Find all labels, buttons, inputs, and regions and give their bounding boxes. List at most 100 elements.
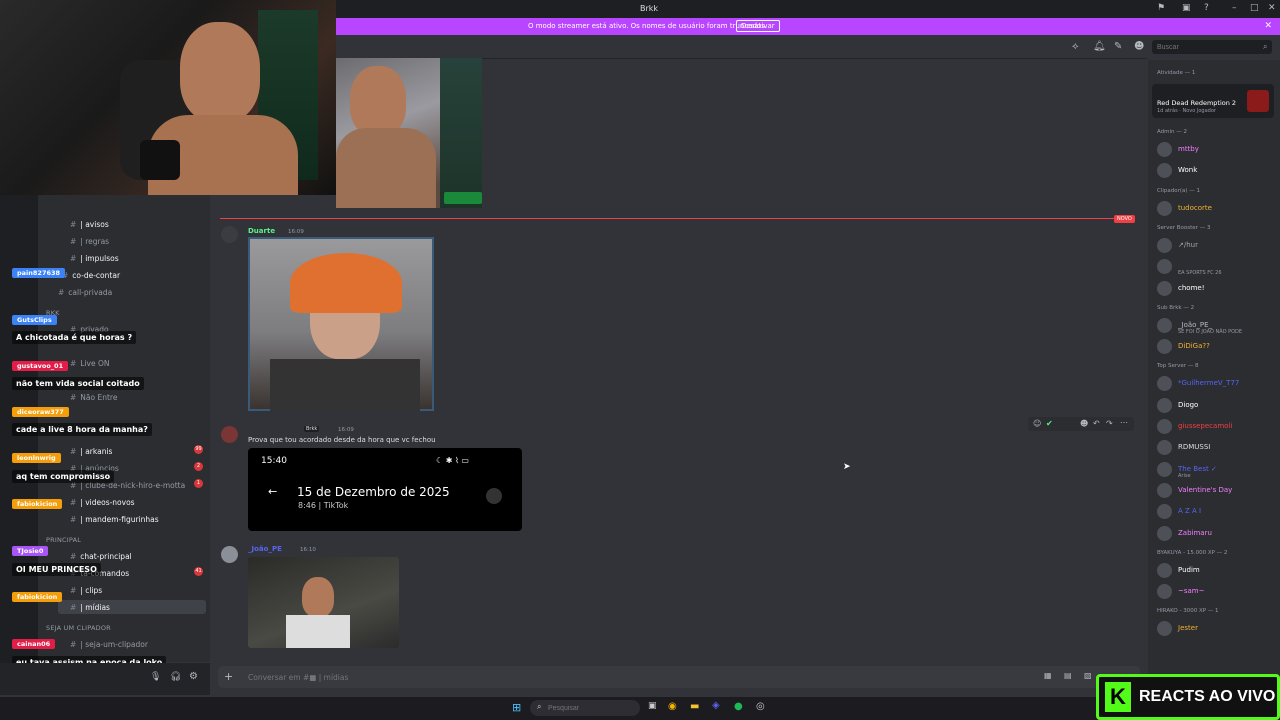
member-avatar[interactable] xyxy=(1157,525,1172,541)
checkmark-icon[interactable]: ✔ xyxy=(1046,419,1053,428)
reaction-icon[interactable]: ☺ xyxy=(1033,419,1041,428)
reply-icon[interactable]: ↶ xyxy=(1093,419,1100,428)
member-avatar[interactable] xyxy=(1157,317,1172,333)
member-avatar[interactable] xyxy=(1157,397,1172,413)
close-window-icon[interactable]: ✕ xyxy=(1268,3,1276,13)
member-name[interactable]: ↗/hur xyxy=(1178,241,1198,249)
member-name[interactable]: RDMUSSI xyxy=(1178,443,1210,451)
discord-icon[interactable]: ◈ xyxy=(712,700,720,711)
member-name[interactable]: A Z A I xyxy=(1178,507,1201,515)
channel-item[interactable]: # | mídias xyxy=(58,600,206,614)
avatar[interactable] xyxy=(221,546,238,563)
forward-icon[interactable]: ↷ xyxy=(1106,419,1113,428)
chat-message: OI MEU PRINCESO xyxy=(12,563,101,576)
minimize-icon[interactable]: – xyxy=(1232,3,1237,13)
spotify-icon[interactable]: ● xyxy=(734,701,743,712)
guest-webcam xyxy=(336,58,482,208)
start-icon[interactable]: ⊞ xyxy=(512,701,521,714)
more-icon[interactable]: ⋯ xyxy=(1120,418,1128,427)
channel-item[interactable]: # co-de-contar xyxy=(62,268,120,282)
task-view-icon[interactable]: ▣ xyxy=(648,701,657,711)
settings-gear-icon[interactable]: ⚙ xyxy=(189,671,198,682)
channel-item[interactable]: # | avisos xyxy=(70,217,109,231)
channel-item[interactable]: # call-privada xyxy=(58,285,112,299)
avatar[interactable] xyxy=(221,426,238,443)
chat-username: fabiokicion xyxy=(12,592,63,602)
member-avatar[interactable] xyxy=(1157,280,1172,296)
member-list-icon[interactable]: ☻ xyxy=(1134,41,1144,52)
member-name[interactable]: Diogo xyxy=(1178,401,1198,409)
member-avatar[interactable] xyxy=(1157,419,1172,434)
message-input[interactable] xyxy=(248,670,948,684)
category-header[interactable]: SEJA UM CLIPADOR xyxy=(46,624,111,632)
channel-item[interactable]: # Live ON xyxy=(70,356,110,370)
hash-icon: # xyxy=(70,253,77,263)
member-avatar[interactable] xyxy=(1157,237,1172,253)
member-name[interactable]: The Best ✓ xyxy=(1178,465,1217,473)
avatar[interactable] xyxy=(221,226,238,243)
obs-icon[interactable]: ◎ xyxy=(756,701,765,712)
microphone xyxy=(140,140,180,180)
search-input[interactable] xyxy=(1152,40,1272,54)
member-avatar[interactable] xyxy=(1157,142,1172,157)
disable-streamer-mode-button[interactable]: Desativar xyxy=(736,20,780,32)
headphones-icon[interactable]: 🎧︎ xyxy=(170,672,181,682)
member-name[interactable]: Pudim xyxy=(1178,566,1200,574)
channel-item[interactable]: # Não Entre xyxy=(70,390,117,404)
channel-item[interactable]: # chat-principal xyxy=(70,549,132,563)
notification-bell-icon[interactable]: 🔔︎ xyxy=(1093,41,1106,52)
hash-icon: # xyxy=(70,219,77,229)
message-author[interactable]: Duarte xyxy=(248,227,275,235)
member-name[interactable]: mttby xyxy=(1178,145,1199,153)
member-avatar[interactable] xyxy=(1157,562,1172,578)
chrome-icon[interactable]: ◉ xyxy=(668,701,677,712)
streamer-mode-banner: O modo streamer está ativo. Os nomes de … xyxy=(336,18,1280,35)
member-avatar[interactable] xyxy=(1157,461,1172,477)
message-author[interactable]: _João_PE xyxy=(248,545,282,553)
member-name[interactable]: ~sam~ xyxy=(1178,587,1205,595)
member-name[interactable]: tudocorte xyxy=(1178,204,1212,212)
inbox-icon[interactable]: ⚑ xyxy=(1157,3,1165,13)
member-name[interactable]: Valentine's Day xyxy=(1178,486,1232,494)
member-avatar[interactable] xyxy=(1157,584,1172,600)
member-name[interactable]: Wonk xyxy=(1178,166,1197,174)
member-avatar[interactable] xyxy=(1157,482,1172,498)
close-banner-icon[interactable]: ✕ xyxy=(1264,21,1272,31)
channel-item[interactable]: # | clips xyxy=(70,583,102,597)
hash-icon: # xyxy=(70,392,77,402)
monitor-icon[interactable]: ▣ xyxy=(1182,3,1191,13)
reacts-ao-vivo-watermark: K REACTS AO VIVO xyxy=(1096,674,1280,720)
member-name[interactable]: *GuilhermeV_T77 xyxy=(1178,379,1239,387)
member-name[interactable]: _João_PE_ xyxy=(1178,321,1212,329)
category-header[interactable]: PRINCIPAL xyxy=(46,536,81,544)
pin-icon[interactable]: ✎ xyxy=(1114,41,1122,52)
member-avatar[interactable] xyxy=(1157,339,1172,355)
sticker-icon[interactable]: ▧ xyxy=(1084,671,1092,680)
gif-icon[interactable]: ▤ xyxy=(1064,671,1072,680)
channel-item[interactable]: # | seja-um-clipador xyxy=(70,637,148,651)
member-name[interactable]: giussepecamoli xyxy=(1178,422,1232,430)
channel-item[interactable]: # | regras xyxy=(70,234,109,248)
member-name[interactable]: Jester xyxy=(1178,624,1198,632)
add-attachment-icon[interactable]: + xyxy=(224,670,233,683)
video-attachment[interactable] xyxy=(248,237,434,411)
taskbar-search[interactable] xyxy=(530,700,640,716)
image-attachment[interactable]: 15:40 ☾ ✱ ⌇ ▭ ← 15 de Dezembro de 2025 8… xyxy=(248,448,522,531)
member-name[interactable]: DiDiGa?? xyxy=(1178,342,1210,350)
maximize-icon[interactable]: □ xyxy=(1250,3,1259,13)
gift-icon[interactable]: ▦ xyxy=(1044,671,1052,680)
channel-item[interactable]: # | impulsos xyxy=(70,251,119,265)
channel-item[interactable]: # | mandem-figurinhas xyxy=(70,512,159,526)
folder-icon[interactable]: ▬ xyxy=(690,701,699,712)
member-name[interactable]: Zabimaru xyxy=(1178,529,1212,537)
help-icon[interactable]: ? xyxy=(1204,3,1209,13)
add-reaction-icon[interactable]: ☻ xyxy=(1080,419,1088,428)
channel-item[interactable]: # | videos-novos xyxy=(70,495,135,509)
threads-icon[interactable]: ⟡ xyxy=(1072,41,1079,52)
microphone-icon[interactable]: 🎙︎ xyxy=(150,672,161,682)
member-name[interactable]: chome! xyxy=(1178,284,1205,292)
channel-item[interactable]: # | arkanis xyxy=(70,444,112,458)
member-avatar[interactable] xyxy=(1157,200,1172,216)
video-attachment[interactable] xyxy=(248,557,399,648)
activity-card[interactable]: Red Dead Redemption 2 1d atrás · Novo Jo… xyxy=(1152,84,1274,118)
